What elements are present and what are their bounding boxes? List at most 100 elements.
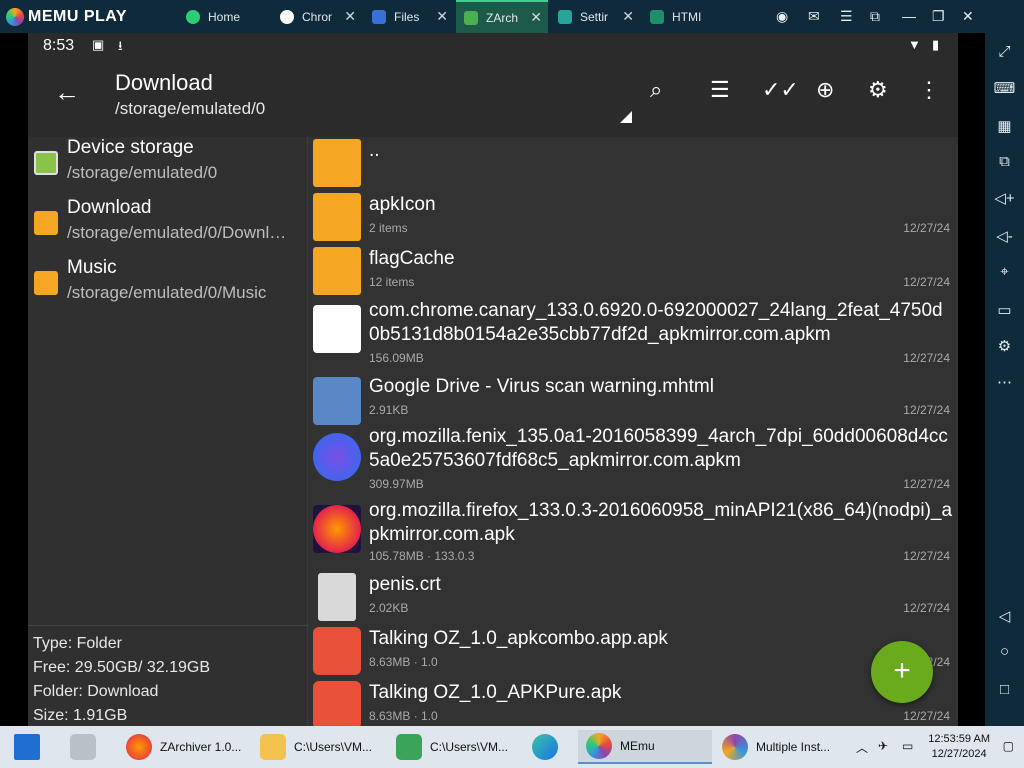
- file-list: .. apkIcon 2 items 12/27/24 flagCache 12…: [309, 137, 958, 729]
- tab-settings[interactable]: Settir ✕: [550, 0, 640, 33]
- more-icon[interactable]: ⋯: [985, 373, 1024, 391]
- download-folder-icon: [34, 211, 58, 235]
- account-icon[interactable]: ◉: [776, 8, 788, 25]
- settings-tab-icon: [558, 9, 572, 24]
- start-button[interactable]: [14, 730, 48, 764]
- chrome-canary-icon: [313, 305, 361, 353]
- sidebar-item-label: Device storage: [67, 137, 194, 158]
- tray-chevron-icon[interactable]: ︿: [856, 739, 868, 756]
- apk-install-icon[interactable]: ▦: [985, 117, 1024, 135]
- tab-files[interactable]: Files ✕: [364, 0, 454, 33]
- tab-chrome[interactable]: Chror ✕: [272, 0, 362, 33]
- tray-network-icon[interactable]: ✈: [878, 739, 888, 753]
- taskbar-explorer-2[interactable]: C:\Users\VM...: [396, 730, 520, 764]
- sidebar-item-music[interactable]: Music /storage/emulated/0/Music: [28, 257, 308, 317]
- back-arrow-icon[interactable]: ←: [54, 77, 80, 108]
- folder-icon[interactable]: ▭: [985, 301, 1024, 319]
- fullscreen-icon[interactable]: ⤢: [985, 43, 1024, 60]
- keyboard-icon[interactable]: ⌨: [985, 79, 1024, 97]
- memu-logo-icon: [6, 8, 24, 26]
- file-meta: 309.97MB: [369, 477, 424, 491]
- tray-display-icon[interactable]: ▭: [902, 739, 913, 753]
- taskbar-label: MEmu: [620, 739, 655, 753]
- home-tab-icon: [186, 9, 200, 24]
- notification-icon[interactable]: ▢: [1003, 739, 1014, 753]
- sidebar-item-download[interactable]: Download /storage/emulated/0/Downl…: [28, 197, 308, 257]
- close-icon[interactable]: ✕: [622, 8, 634, 25]
- android-back-icon[interactable]: ◁: [985, 607, 1024, 625]
- mail-icon[interactable]: ✉: [808, 8, 820, 25]
- file-meta: 12 items: [369, 275, 415, 289]
- location-icon[interactable]: ⌖: [985, 263, 1024, 280]
- list-item[interactable]: penis.crt 2.02KB 12/27/24: [309, 569, 958, 623]
- menu-icon[interactable]: ☰: [840, 8, 853, 25]
- tab-html[interactable]: HTMI: [642, 0, 732, 33]
- multi-window-icon[interactable]: ⧉: [985, 153, 1024, 170]
- file-name: Google Drive - Virus scan warning.mhtml: [369, 376, 714, 397]
- notification-a-icon: ▣: [92, 37, 105, 52]
- volume-up-icon[interactable]: ◁+: [985, 189, 1024, 207]
- file-date: 12/27/24: [903, 221, 950, 235]
- file-name: ..: [369, 140, 380, 161]
- tab-zarchiver[interactable]: ZArch ✕: [456, 0, 548, 33]
- restore-icon[interactable]: ❐: [932, 8, 945, 25]
- file-date: 12/27/24: [903, 275, 950, 289]
- task-view-button[interactable]: [70, 730, 104, 764]
- settings-icon[interactable]: ⚙: [985, 337, 1024, 355]
- search-icon[interactable]: ⌕: [650, 77, 662, 103]
- file-meta: 8.63MB · 1.0: [369, 655, 438, 669]
- file-name: apkIcon: [369, 194, 436, 215]
- taskbar-explorer-1[interactable]: C:\Users\VM...: [260, 730, 386, 764]
- path-dropdown-icon[interactable]: [620, 111, 632, 123]
- file-date: 12/27/24: [903, 601, 950, 615]
- tab-home[interactable]: Home: [178, 0, 270, 33]
- multi-instance-icon: [722, 734, 748, 760]
- add-icon[interactable]: ⊕: [816, 77, 834, 103]
- download-status-icon: ⭳: [118, 38, 123, 53]
- tab-label: Files: [394, 9, 420, 24]
- list-item[interactable]: org.mozilla.firefox_133.0.3-2016060958_m…: [309, 497, 958, 571]
- list-view-icon[interactable]: ☰: [710, 77, 730, 103]
- sidebar-item-device-storage[interactable]: Device storage /storage/emulated/0: [28, 137, 308, 197]
- screenshot-icon[interactable]: ⧉: [870, 8, 880, 25]
- close-icon[interactable]: ✕: [436, 8, 448, 25]
- list-item[interactable]: flagCache 12 items 12/27/24: [309, 243, 958, 297]
- close-icon[interactable]: ✕: [530, 9, 542, 26]
- file-meta: 2.91KB: [369, 403, 409, 417]
- close-window-icon[interactable]: ✕: [962, 8, 974, 25]
- folder-icon: [313, 193, 361, 241]
- taskbar-memu[interactable]: MEmu: [578, 730, 712, 764]
- info-free: Free: 29.50GB/ 32.19GB: [33, 659, 210, 676]
- volume-down-icon[interactable]: ◁-: [985, 227, 1024, 245]
- windows-taskbar: ZArchiver 1.0... C:\Users\VM... C:\Users…: [0, 726, 1024, 768]
- file-date: 12/27/24: [903, 403, 950, 417]
- battery-icon: ▮: [932, 37, 940, 52]
- taskbar-clock[interactable]: 12:53:59 AM 12/27/2024: [928, 732, 990, 762]
- android-home-icon[interactable]: ○: [985, 643, 1024, 660]
- device-storage-icon: [34, 151, 58, 175]
- list-item[interactable]: Talking OZ_1.0_apkcombo.app.apk 8.63MB ·…: [309, 623, 958, 677]
- file-meta: 2.02KB: [369, 601, 409, 615]
- taskbar-label: C:\Users\VM...: [430, 740, 509, 754]
- file-name: flagCache: [369, 248, 455, 269]
- settings-icon[interactable]: ⚙: [868, 77, 888, 103]
- list-item[interactable]: com.chrome.canary_133.0.6920.0-692000027…: [309, 297, 958, 373]
- select-all-icon[interactable]: ✓✓: [762, 77, 799, 103]
- sidebar-item-path: /storage/emulated/0/Music: [67, 283, 267, 302]
- close-icon[interactable]: ✕: [344, 8, 356, 25]
- add-fab-button[interactable]: +: [871, 641, 933, 703]
- list-item[interactable]: apkIcon 2 items 12/27/24: [309, 189, 958, 243]
- file-date: 12/27/24: [903, 477, 950, 491]
- sidebar-item-path: /storage/emulated/0: [67, 163, 218, 182]
- list-item[interactable]: ..: [309, 137, 958, 187]
- android-recents-icon[interactable]: □: [985, 681, 1024, 698]
- more-vert-icon[interactable]: ⋮: [918, 77, 940, 103]
- file-date: 12/27/24: [903, 549, 950, 563]
- list-item[interactable]: org.mozilla.fenix_135.0a1-2016058399_4ar…: [309, 423, 958, 497]
- list-item[interactable]: Talking OZ_1.0_APKPure.apk 8.63MB · 1.0 …: [309, 677, 958, 729]
- taskbar-edge[interactable]: [532, 730, 566, 764]
- minimize-icon[interactable]: —: [902, 8, 916, 24]
- taskbar-zarchiver[interactable]: ZArchiver 1.0...: [126, 730, 250, 764]
- list-item[interactable]: Google Drive - Virus scan warning.mhtml …: [309, 373, 958, 425]
- taskbar-multi-instance[interactable]: Multiple Inst...: [722, 730, 850, 764]
